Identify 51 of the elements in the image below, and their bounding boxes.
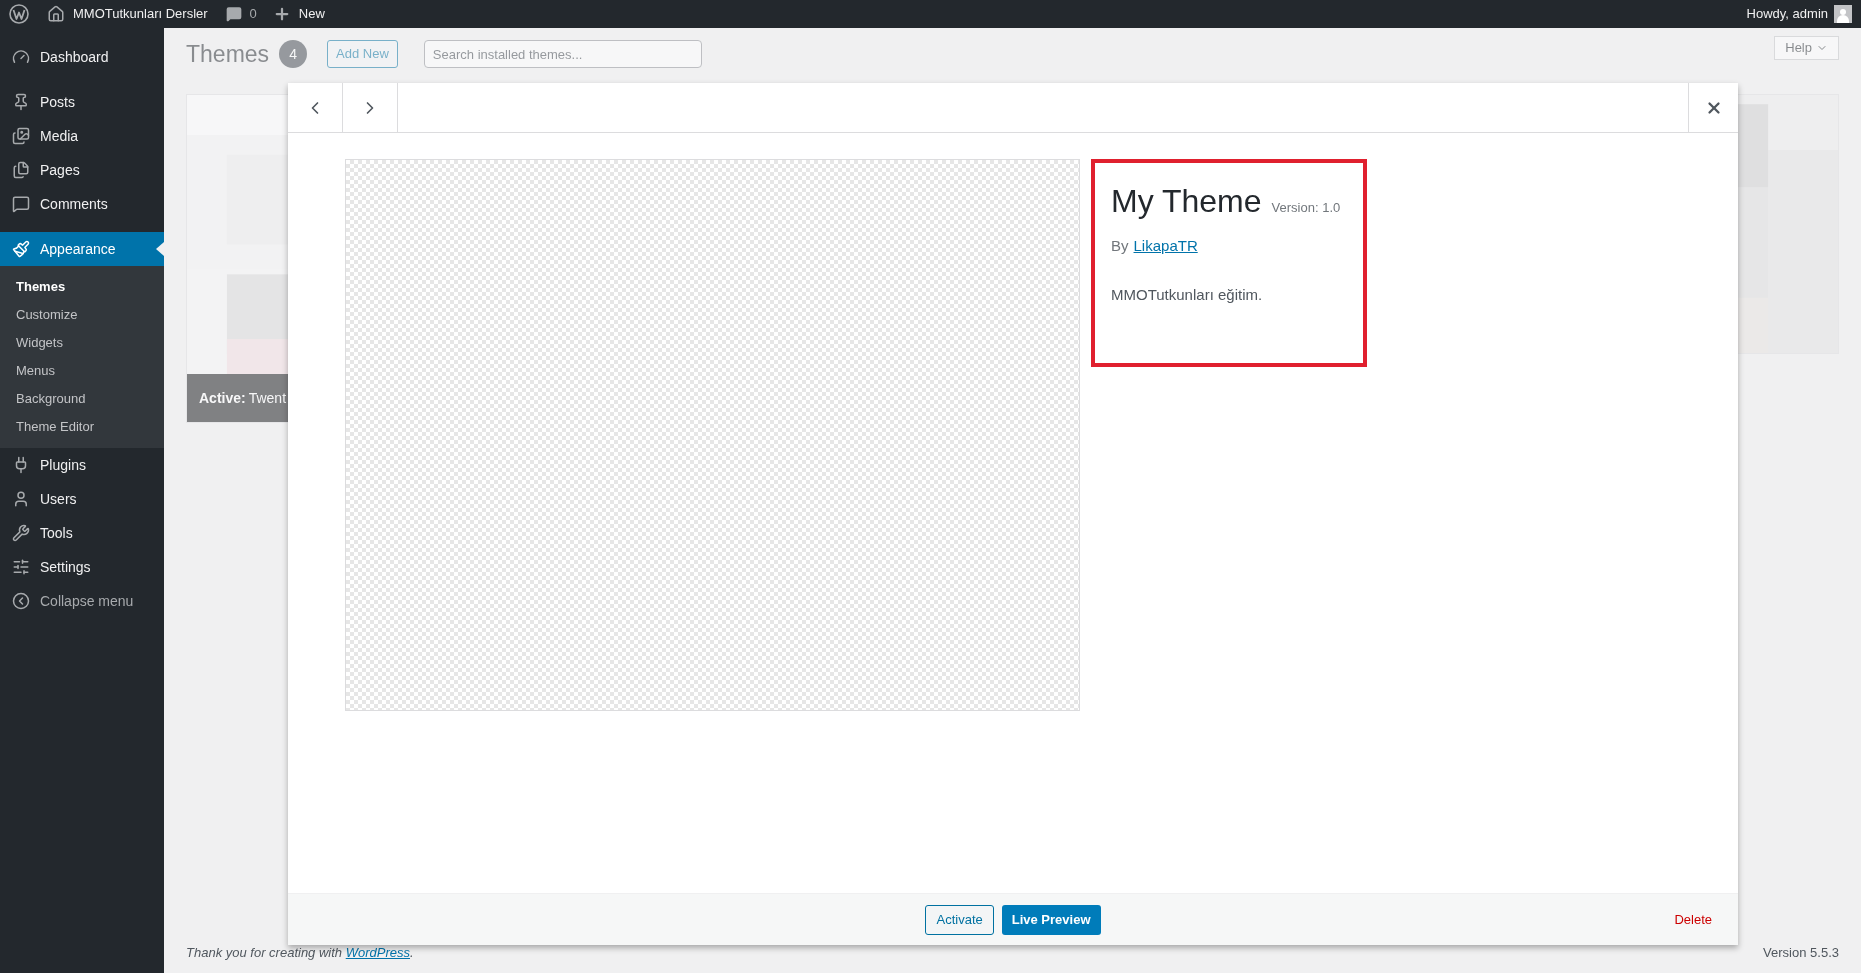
sliders-icon — [12, 558, 30, 576]
paintbrush-icon — [12, 240, 30, 258]
menu-item[interactable]: Tools — [0, 516, 164, 550]
menu-item[interactable]: Appearance — [0, 232, 164, 266]
footer-text: Thank you for creating with WordPress. — [186, 944, 414, 963]
wordpress-logo-icon[interactable] — [9, 4, 29, 24]
activate-button[interactable]: Activate — [925, 904, 994, 935]
version-text: Version 5.5.3 — [1763, 944, 1839, 963]
home-icon[interactable] — [47, 5, 65, 23]
gauge-icon — [12, 48, 30, 66]
new-link[interactable]: New — [298, 4, 325, 24]
wordpress-link[interactable]: WordPress — [345, 945, 410, 961]
menu-item[interactable]: Users — [0, 482, 164, 516]
active-label: Active: — [199, 388, 246, 408]
search-field[interactable]: Search installed themes... — [423, 40, 702, 68]
submenu-item[interactable]: Background — [0, 385, 164, 413]
submenu-item[interactable]: Widgets — [0, 329, 164, 357]
menu-item[interactable]: Posts — [0, 85, 164, 119]
live-preview-button[interactable]: Live Preview — [1001, 904, 1101, 935]
collapse-menu-button[interactable]: Collapse menu — [0, 584, 164, 618]
speech-bubble-icon — [12, 195, 30, 213]
collapse-icon — [12, 592, 30, 610]
theme-count-badge: 4 — [279, 40, 308, 68]
speech-bubble-icon[interactable] — [225, 6, 242, 22]
menu-item[interactable]: Media — [0, 119, 164, 153]
theme-name: My Theme — [1111, 182, 1262, 221]
pages-icon — [12, 161, 30, 179]
submenu-item[interactable]: Theme Editor — [0, 413, 164, 441]
active-theme-name: Twent — [248, 388, 287, 408]
menu-item[interactable]: Comments — [0, 187, 164, 221]
submenu-item[interactable]: Themes — [0, 273, 164, 301]
submenu-item[interactable]: Menus — [0, 357, 164, 385]
site-name-link[interactable]: MMOTutkunları Dersler — [73, 4, 208, 24]
images-icon — [12, 127, 30, 145]
theme-version: Version: 1.0 — [1271, 199, 1341, 217]
delete-button[interactable]: Delete — [1674, 909, 1712, 930]
page-title: Themes — [186, 39, 270, 69]
menu-item[interactable]: Settings — [0, 550, 164, 584]
current-pointer-icon — [156, 242, 164, 256]
menu-item[interactable]: Plugins — [0, 448, 164, 482]
author-link[interactable]: LikapaTR — [1133, 235, 1198, 258]
user-icon — [12, 490, 30, 508]
author-prefix: By — [1111, 236, 1129, 256]
pin-icon — [12, 93, 30, 111]
greeting-link[interactable]: Howdy, admin — [1746, 4, 1828, 24]
wrench-icon — [12, 524, 30, 542]
theme-description: MMOTutkunları eğitim. — [1111, 284, 1264, 305]
comment-count[interactable]: 0 — [249, 4, 257, 24]
menu-item[interactable]: Dashboard — [0, 40, 164, 74]
menu-item[interactable]: Pages — [0, 153, 164, 187]
submenu-item[interactable]: Customize — [0, 301, 164, 329]
